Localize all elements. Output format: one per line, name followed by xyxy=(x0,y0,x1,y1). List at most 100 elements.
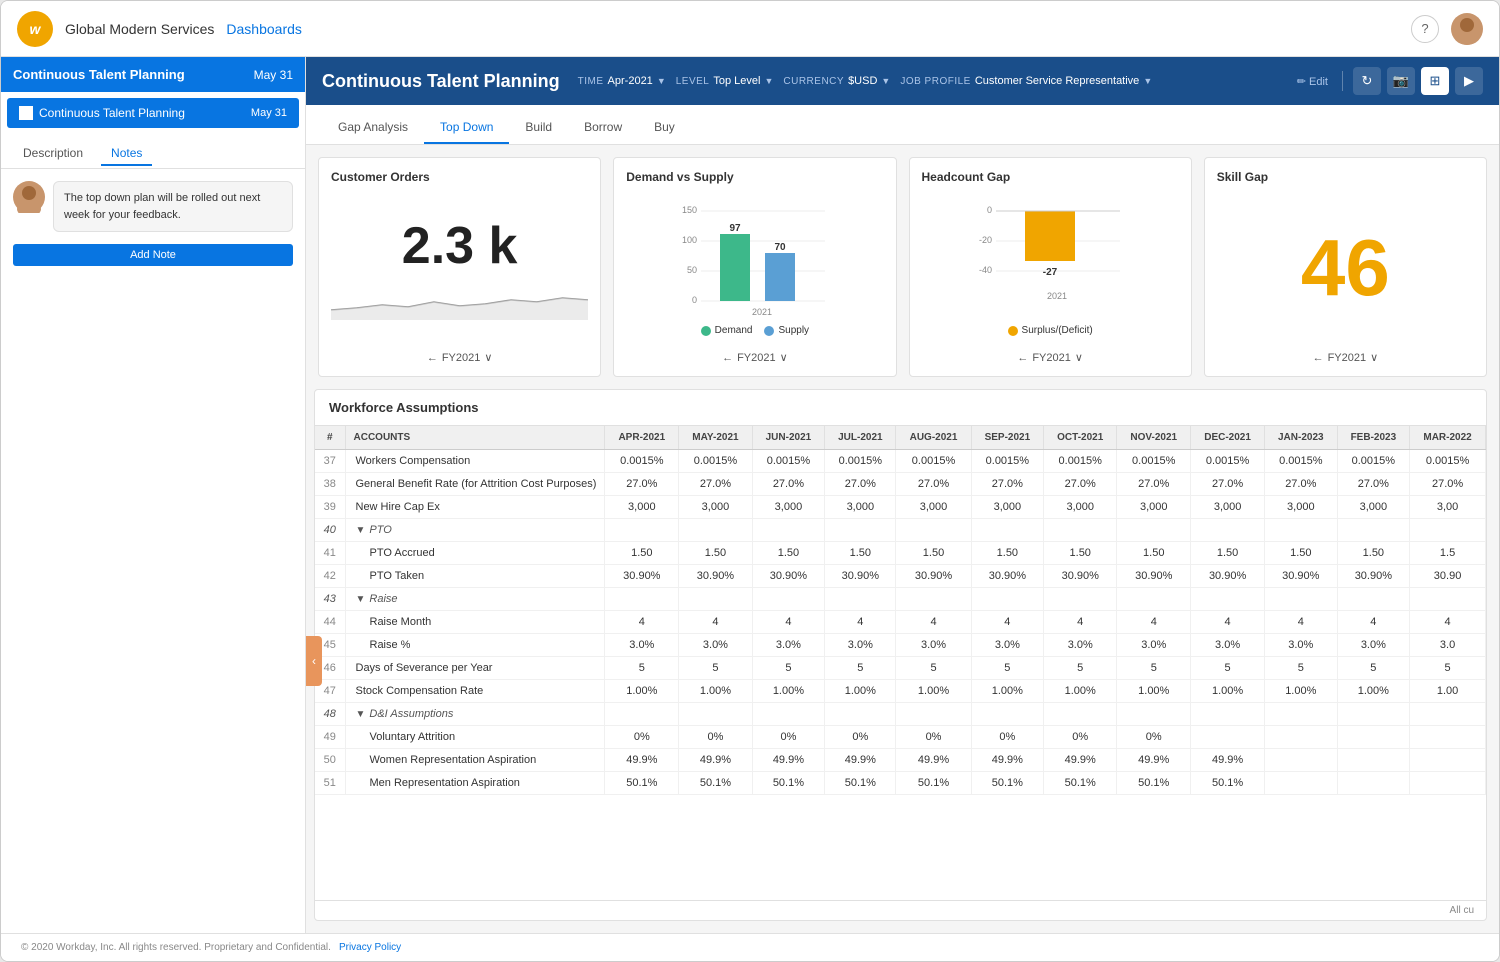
row-value: 3,000 xyxy=(1044,496,1117,519)
row-value xyxy=(1337,749,1410,772)
row-value: 5 xyxy=(679,657,752,680)
demand-supply-legend: Demand Supply xyxy=(701,325,809,336)
row-value: 4 xyxy=(971,611,1044,634)
customer-orders-value: 2.3 k xyxy=(402,216,518,276)
tab-description[interactable]: Description xyxy=(13,142,93,166)
row-value: 50.1% xyxy=(1044,772,1117,795)
company-name: Global Modern Services xyxy=(65,21,214,37)
row-value: 0.0015% xyxy=(1117,450,1191,473)
row-value: 3.0% xyxy=(1044,634,1117,657)
row-value: 1.00% xyxy=(825,680,896,703)
row-value: 49.9% xyxy=(679,749,752,772)
row-account: ▼D&I Assumptions xyxy=(345,703,605,726)
row-value xyxy=(971,588,1044,611)
row-value: 27.0% xyxy=(752,473,825,496)
tab-top-down[interactable]: Top Down xyxy=(424,112,509,144)
note-bubble: The top down plan will be rolled out nex… xyxy=(53,181,293,232)
row-value xyxy=(1265,772,1338,795)
tab-borrow[interactable]: Borrow xyxy=(568,112,638,144)
row-value: 5 xyxy=(1337,657,1410,680)
help-icon[interactable]: ? xyxy=(1411,15,1439,43)
add-note-button[interactable]: Add Note xyxy=(13,244,293,266)
tab-notes[interactable]: Notes xyxy=(101,142,152,166)
row-value: 0% xyxy=(1044,726,1117,749)
row-value: 0.0015% xyxy=(1265,450,1338,473)
row-num: 51 xyxy=(315,772,345,795)
row-num: 41 xyxy=(315,542,345,565)
grid-icon[interactable]: ⊞ xyxy=(1421,67,1449,95)
edit-button[interactable]: ✏ Edit xyxy=(1293,73,1332,90)
table-section-header: Workforce Assumptions xyxy=(315,390,1486,426)
row-value xyxy=(1410,703,1486,726)
row-value: 30.90% xyxy=(1117,565,1191,588)
tab-gap-analysis[interactable]: Gap Analysis xyxy=(322,112,424,144)
collapse-toggle[interactable]: ‹ xyxy=(306,636,322,686)
row-value xyxy=(896,588,971,611)
sidebar-item-label: Continuous Talent Planning xyxy=(39,106,185,120)
row-value: 5 xyxy=(896,657,971,680)
row-value xyxy=(605,703,679,726)
row-account: General Benefit Rate (for Attrition Cost… xyxy=(345,473,605,496)
row-value: 4 xyxy=(752,611,825,634)
svg-text:70: 70 xyxy=(774,242,786,253)
col-aug2021: AUG-2021 xyxy=(896,426,971,450)
refresh-icon[interactable]: ↻ xyxy=(1353,67,1381,95)
row-account: PTO Accrued xyxy=(345,542,605,565)
row-value: 0% xyxy=(679,726,752,749)
svg-text:-20: -20 xyxy=(979,235,992,245)
top-nav: w Global Modern Services Dashboards ? xyxy=(1,1,1499,57)
row-value: 1.00% xyxy=(1265,680,1338,703)
row-value: 1.00% xyxy=(605,680,679,703)
col-apr2021: APR-2021 xyxy=(605,426,679,450)
row-value: 3.0% xyxy=(679,634,752,657)
skill-gap-footer: ← FY2021 ∨ xyxy=(1217,351,1474,364)
table-wrapper[interactable]: # ACCOUNTS APR-2021 MAY-2021 JUN-2021 JU… xyxy=(315,426,1486,900)
sidebar: Continuous Talent Planning May 31 Contin… xyxy=(1,57,306,933)
row-value: 1.50 xyxy=(896,542,971,565)
row-value: 4 xyxy=(1117,611,1191,634)
row-account: ▼PTO xyxy=(345,519,605,542)
headcount-gap-card: Headcount Gap 0 -20 -40 xyxy=(909,157,1192,377)
skill-gap-value: 46 xyxy=(1301,222,1390,314)
privacy-policy-link[interactable]: Privacy Policy xyxy=(339,942,401,953)
row-value: 1.50 xyxy=(752,542,825,565)
row-value: 1.00% xyxy=(1044,680,1117,703)
table-row: 44Raise Month444444444444 xyxy=(315,611,1486,634)
sidebar-note-area: The top down plan will be rolled out nex… xyxy=(1,169,305,244)
row-value xyxy=(1410,749,1486,772)
row-value: 5 xyxy=(1044,657,1117,680)
row-value xyxy=(971,703,1044,726)
row-value: 3.0% xyxy=(752,634,825,657)
filter-job-profile[interactable]: JOB PROFILE Customer Service Representat… xyxy=(900,75,1152,87)
svg-text:0: 0 xyxy=(987,205,992,215)
camera-icon[interactable]: 📷 xyxy=(1387,67,1415,95)
filter-currency[interactable]: CURRENCY $USD ▼ xyxy=(783,75,890,87)
row-value xyxy=(605,519,679,542)
film-icon[interactable]: ▶ xyxy=(1455,67,1483,95)
sidebar-item-checkbox[interactable] xyxy=(19,106,33,120)
tab-build[interactable]: Build xyxy=(509,112,568,144)
tab-buy[interactable]: Buy xyxy=(638,112,691,144)
row-num: 43 xyxy=(315,588,345,611)
row-value: 27.0% xyxy=(605,473,679,496)
row-num: 49 xyxy=(315,726,345,749)
row-value: 0% xyxy=(605,726,679,749)
row-value: 3.0% xyxy=(825,634,896,657)
sidebar-active-item[interactable]: Continuous Talent Planning May 31 xyxy=(7,98,299,128)
row-account: New Hire Cap Ex xyxy=(345,496,605,519)
row-value: 3.0 xyxy=(1410,634,1486,657)
dashboards-link[interactable]: Dashboards xyxy=(226,21,302,37)
filter-level[interactable]: LEVEL Top Level ▼ xyxy=(676,75,774,87)
skill-gap-card: Skill Gap 46 ← FY2021 ∨ xyxy=(1204,157,1487,377)
row-value: 5 xyxy=(825,657,896,680)
row-value: 50.1% xyxy=(752,772,825,795)
filter-time[interactable]: TIME Apr-2021 ▼ xyxy=(578,75,666,87)
row-value: 49.9% xyxy=(1191,749,1265,772)
row-value: 3,000 xyxy=(605,496,679,519)
user-avatar[interactable] xyxy=(1451,13,1483,45)
sidebar-header: Continuous Talent Planning May 31 xyxy=(1,57,305,92)
headcount-gap-footer: ← FY2021 ∨ xyxy=(922,351,1179,364)
svg-text:0: 0 xyxy=(692,295,697,305)
row-value: 5 xyxy=(1265,657,1338,680)
row-value: 3.0% xyxy=(1117,634,1191,657)
